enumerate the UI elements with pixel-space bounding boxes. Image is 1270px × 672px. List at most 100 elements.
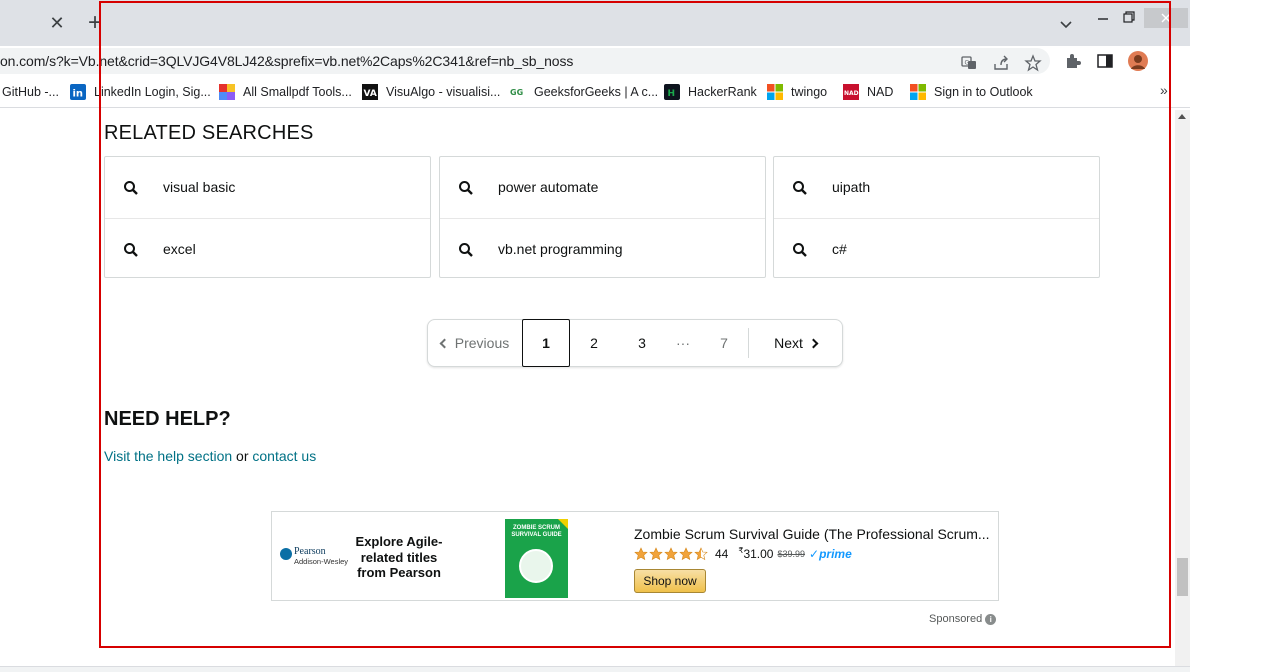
bookmark-smallpdf[interactable]: All Smallpdf Tools... — [219, 83, 352, 101]
pagination-ellipsis: ··· — [676, 335, 690, 351]
page-7-button: 7 — [720, 335, 728, 351]
translate-icon[interactable]: G — [960, 54, 978, 72]
svg-text:H: H — [668, 89, 676, 99]
linkedin-icon: in — [70, 84, 86, 100]
related-search-item[interactable]: excel — [105, 218, 430, 279]
close-icon — [1161, 13, 1171, 23]
close-tab-button[interactable]: ✕ — [48, 14, 66, 32]
related-search-label: vb.net programming — [498, 241, 623, 257]
nad-icon: NAD — [843, 84, 859, 100]
help-joiner: or — [236, 448, 249, 464]
bookmark-github[interactable]: GitHub -... — [2, 83, 59, 101]
geeksforgeeks-icon: GG — [510, 88, 523, 97]
chevron-left-icon — [439, 338, 450, 348]
profile-avatar[interactable] — [1127, 50, 1149, 72]
related-search-item[interactable]: uipath — [774, 157, 1099, 218]
microsoft-icon — [767, 84, 783, 100]
new-tab-button[interactable]: + — [84, 11, 106, 35]
product-title-link[interactable]: Zombie Scrum Survival Guide (The Profess… — [634, 526, 990, 542]
page-1-button[interactable]: 1 — [522, 319, 570, 367]
svg-text:G: G — [965, 60, 970, 67]
related-search-item[interactable]: c# — [774, 218, 1099, 279]
next-page-button[interactable]: Next — [748, 328, 842, 358]
svg-text:GG: GG — [510, 88, 523, 97]
chevron-right-icon — [808, 338, 819, 348]
search-icon — [459, 243, 473, 257]
shop-now-button[interactable]: Shop now — [634, 569, 706, 593]
bookmark-nad[interactable]: NAD NAD — [843, 83, 893, 101]
prime-badge: ✓prime — [809, 546, 852, 561]
list-price: $39.99 — [777, 548, 806, 559]
price: ₹31.00 — [738, 546, 773, 561]
related-search-item[interactable]: visual basic — [105, 157, 430, 218]
book-cover-image[interactable]: ZOMBIE SCRUM SURVIVAL GUIDE — [505, 519, 568, 598]
microsoft-icon — [910, 84, 926, 100]
visualgo-icon: VA — [362, 84, 378, 100]
sponsored-text: Sponsored — [929, 613, 983, 625]
rating-count[interactable]: 44 — [715, 547, 728, 561]
bookmark-label: HackerRank — [688, 85, 757, 99]
search-icon — [793, 243, 807, 257]
close-window-button[interactable] — [1144, 8, 1188, 28]
search-results-page: RELATED SEARCHES visual basic excel powe… — [0, 110, 1175, 672]
bookmark-label: VisuAlgo - visualisi... — [386, 85, 501, 99]
vertical-scrollbar[interactable] — [1175, 110, 1190, 666]
scrollbar-thumb[interactable] — [1177, 558, 1188, 596]
prime-label: prime — [819, 546, 852, 561]
related-search-label: excel — [163, 241, 196, 257]
previous-label: Previous — [454, 335, 510, 351]
bookmark-label: GitHub -... — [2, 85, 59, 99]
scroll-up-arrow-icon[interactable] — [1178, 114, 1186, 119]
related-searches-column: visual basic excel — [104, 156, 431, 278]
side-panel-icon[interactable] — [1096, 52, 1114, 70]
bookmark-label: twingo — [791, 85, 828, 99]
ad-headline[interactable]: Explore Agile-related titles from Pearso… — [347, 534, 451, 581]
svg-text:NAD: NAD — [844, 90, 859, 97]
related-search-label: c# — [832, 241, 847, 257]
page-3-button[interactable]: 3 — [618, 320, 666, 366]
minimize-icon[interactable] — [1096, 10, 1110, 24]
url-text[interactable]: on.com/s?k=Vb.net&crid=3QLVJG4V8LJ42&spr… — [0, 53, 573, 69]
bookmark-outlook[interactable]: Sign in to Outlook — [910, 83, 1033, 101]
search-icon — [793, 181, 807, 195]
page-2-button[interactable]: 2 — [570, 320, 618, 366]
need-help-title: NEED HELP? — [104, 408, 231, 430]
bookmark-label: Sign in to Outlook — [934, 85, 1033, 99]
star-full-icon — [679, 546, 693, 560]
address-bar[interactable]: on.com/s?k=Vb.net&crid=3QLVJG4V8LJ42&spr… — [0, 48, 1050, 74]
bookmark-twingo[interactable]: twingo — [767, 83, 827, 101]
sponsored-ad-banner[interactable]: Pearson Addison-Wesley Explore Agile-rel… — [271, 511, 999, 601]
related-search-item[interactable]: power automate — [440, 157, 765, 218]
related-search-label: power automate — [498, 179, 599, 195]
brand-name: Pearson — [294, 546, 326, 557]
tab-search-chevron-icon[interactable] — [1056, 14, 1076, 34]
star-full-icon — [664, 546, 678, 560]
star-full-icon — [634, 546, 648, 560]
share-icon[interactable] — [992, 54, 1010, 72]
help-section-link[interactable]: Visit the help section — [104, 448, 232, 464]
related-searches-title: RELATED SEARCHES — [104, 122, 314, 144]
sponsored-label[interactable]: Sponsored i — [929, 613, 997, 625]
rating-row: 44 ₹31.00 $39.99 ✓prime — [634, 546, 852, 561]
bookmark-linkedin[interactable]: in LinkedIn Login, Sig... — [70, 83, 211, 101]
bookmark-star-icon[interactable] — [1024, 54, 1042, 72]
related-search-label: visual basic — [163, 179, 236, 195]
bookmark-visualgo[interactable]: VA VisuAlgo - visualisi... — [362, 83, 500, 101]
bottom-edge — [0, 666, 1190, 672]
extensions-puzzle-icon[interactable] — [1064, 52, 1082, 70]
pagination: Previous 1 2 3 ··· 7 Next — [427, 319, 843, 367]
next-label: Next — [774, 335, 803, 351]
svg-text:in: in — [73, 89, 84, 100]
related-search-item[interactable]: vb.net programming — [440, 218, 765, 279]
bookmark-label: NAD — [867, 85, 894, 99]
star-full-icon — [649, 546, 663, 560]
bookmark-hackerrank[interactable]: H HackerRank — [664, 83, 757, 101]
restore-window-icon[interactable] — [1122, 10, 1136, 24]
previous-page-button[interactable]: Previous — [428, 320, 522, 366]
bookmarks-bar: GitHub -... in LinkedIn Login, Sig... Al… — [0, 76, 1190, 108]
book-cover-illustration — [519, 549, 553, 583]
contact-us-link[interactable]: contact us — [252, 448, 316, 464]
bookmark-geeksforgeeks[interactable]: GG GeeksforGeeks | A c... — [510, 83, 658, 101]
bookmarks-overflow-button[interactable]: » — [1160, 82, 1168, 98]
book-cover-title: ZOMBIE SCRUM SURVIVAL GUIDE — [511, 525, 562, 538]
